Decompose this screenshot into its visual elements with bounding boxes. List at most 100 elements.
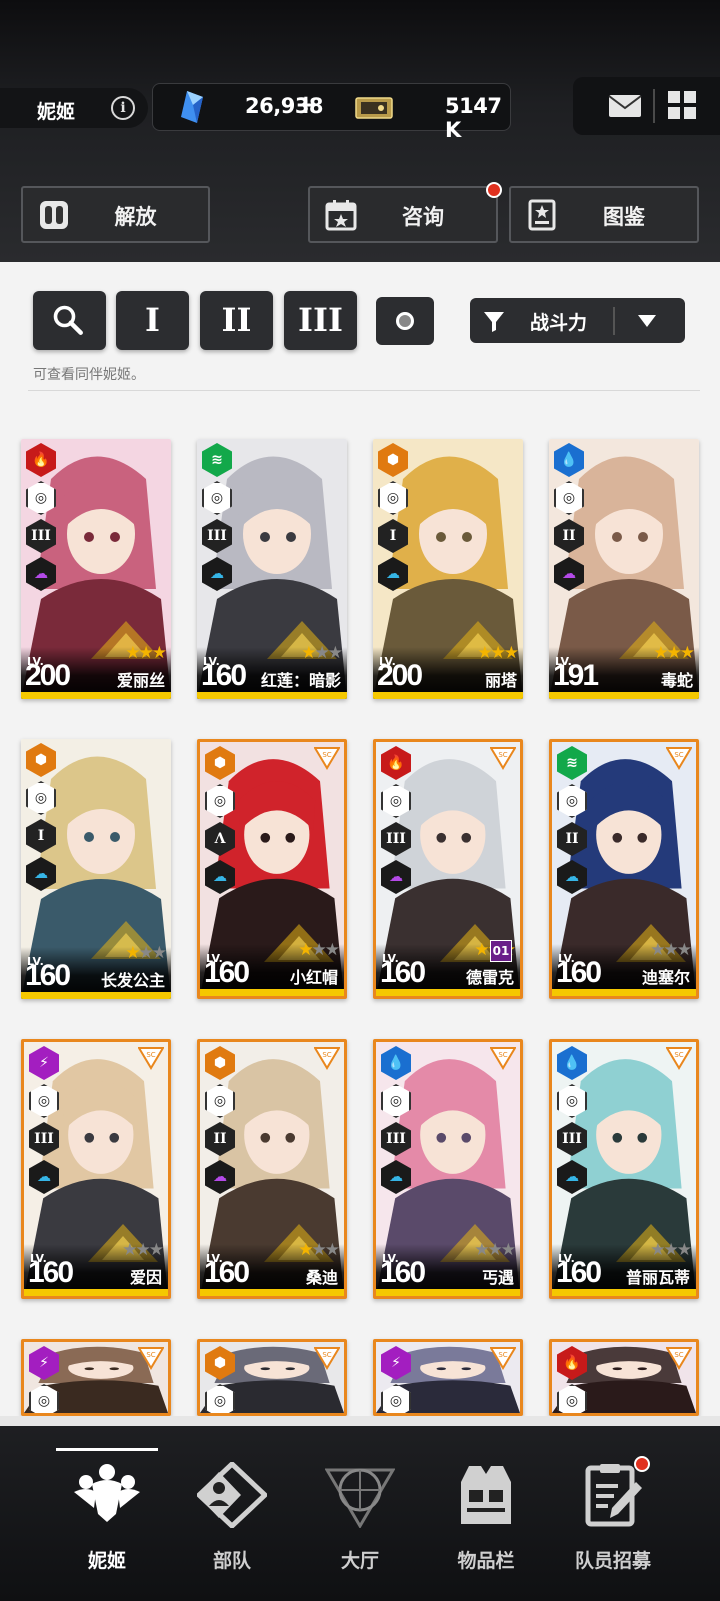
nikke-card[interactable]: SC ⬢ ◎ Λ ☁ LV. 160 ★★★ 小红帽 xyxy=(197,739,347,999)
element-iron-icon: ⬢ xyxy=(205,746,235,780)
nav-recruit-label: 队员招募 xyxy=(574,1550,651,1572)
card-icon-column: ⬢ ◎ Λ ☁ xyxy=(203,746,239,898)
star-rating: ★★★ xyxy=(298,1240,340,1260)
sc-rank-icon: SC xyxy=(490,747,516,770)
card-icon-column: 🔥 ◎ III ☁ xyxy=(24,443,60,595)
toggle-filter-button[interactable] xyxy=(376,297,434,345)
nikke-card[interactable]: 💧 ◎ II ☁ LV. 191 ★★★ 毒蛇 xyxy=(549,439,699,699)
consult-label: 咨询 xyxy=(402,205,444,229)
level-value: 160 xyxy=(556,956,602,989)
nav-inventory[interactable]: 物品栏 xyxy=(426,1462,546,1582)
burst-2-filter[interactable]: II xyxy=(200,291,273,350)
element-iron-icon: ⬢ xyxy=(205,1346,235,1380)
element-fire-icon: 🔥 xyxy=(381,746,411,780)
nikke-card[interactable]: SC ⬢ ◎ II ☁ LV. 160 ★★★ 桑迪 xyxy=(197,1039,347,1299)
star-rating: ★★★ xyxy=(474,1240,516,1260)
svg-text:SC: SC xyxy=(498,751,507,759)
element-water-icon: 💧 xyxy=(554,443,584,477)
info-icon[interactable]: i xyxy=(111,96,135,120)
rarity-bar xyxy=(24,1289,168,1296)
nikke-card[interactable]: SC ⚡ ◎ xyxy=(373,1339,523,1416)
star-rating: ★★★ xyxy=(653,643,695,663)
nikke-card[interactable]: 🔥 ◎ III ☁ LV. 200 ★★★ 爱丽丝 xyxy=(21,439,171,699)
weapon-class-icon: ◎ xyxy=(202,481,232,515)
star-rating: ★★★ xyxy=(477,643,519,663)
burst-level-icon: III xyxy=(557,1122,587,1156)
weapon-class-icon: ◎ xyxy=(29,1384,59,1413)
burst-2-label: II xyxy=(221,301,252,339)
burst-level-icon: III xyxy=(202,519,232,553)
burst-level-icon: III xyxy=(29,1122,59,1156)
nikke-name: 迪塞尔 xyxy=(641,968,690,987)
element-wind-icon: ≋ xyxy=(557,746,587,780)
nikke-card[interactable]: SC 🔥 ◎III ☁ LV. 160 ★★★ 德雷克01 xyxy=(373,739,523,999)
nikke-card[interactable]: SC ≋ ◎ II ☁ LV. 160 ★★★ 迪塞尔 xyxy=(549,739,699,999)
consult-button[interactable]: 咨询 xyxy=(308,186,498,243)
card-icon-column: ⚡ ◎ III ☁ xyxy=(27,1046,63,1198)
rarity-bar xyxy=(200,1289,344,1296)
burst-1-filter[interactable]: I xyxy=(116,291,189,350)
card-icon-column: 🔥 ◎ xyxy=(555,1346,591,1413)
class-role-icon: ☁ xyxy=(205,860,235,894)
core-badge: 01 xyxy=(490,940,512,962)
sc-rank-icon: SC xyxy=(490,1347,516,1370)
sc-rank-icon: SC xyxy=(314,1347,340,1370)
burst-level-icon: III xyxy=(381,822,411,856)
class-role-icon: ☁ xyxy=(381,1160,411,1194)
mail-icon[interactable] xyxy=(608,94,642,118)
element-elec-icon: ⚡ xyxy=(381,1346,411,1380)
nav-squad[interactable]: 部队 xyxy=(172,1462,292,1582)
nav-lobby[interactable]: 大厅 xyxy=(300,1462,420,1582)
nav-recruit[interactable]: 队员招募 xyxy=(553,1462,673,1582)
nikke-card[interactable]: SC ⚡ ◎ xyxy=(21,1339,171,1416)
release-button[interactable]: 解放 xyxy=(21,186,210,243)
sc-rank-icon: SC xyxy=(138,1347,164,1370)
svg-text:SC: SC xyxy=(674,1051,683,1059)
currency-panel: 26,938 + 5147 K xyxy=(152,83,511,142)
add-gems-button[interactable]: + xyxy=(295,90,317,120)
nikke-name: 普丽瓦蒂 xyxy=(625,1268,690,1287)
sc-rank-icon: SC xyxy=(314,747,340,770)
menu-grid-icon[interactable] xyxy=(668,91,696,119)
sort-dropdown[interactable]: 战斗力 xyxy=(470,298,685,343)
nikke-card[interactable]: SC 🔥 ◎ xyxy=(549,1339,699,1416)
card-icon-column: 💧 ◎ II ☁ xyxy=(552,443,588,595)
rarity-bar xyxy=(376,989,520,996)
svg-text:SC: SC xyxy=(674,751,683,759)
nikke-card[interactable]: ⬢ ◎ I ☁ LV. 200 ★★★ 丽塔 xyxy=(373,439,523,699)
element-iron-icon: ⬢ xyxy=(26,743,56,777)
weapon-class-icon: ◎ xyxy=(205,1384,235,1413)
nikke-card[interactable]: SC ⬢ ◎ xyxy=(197,1339,347,1416)
burst-3-filter[interactable]: III xyxy=(284,291,357,350)
element-iron-icon: ⬢ xyxy=(205,1046,235,1080)
level-value: 160 xyxy=(556,1256,602,1289)
nav-nikke[interactable]: 妮姬 xyxy=(47,1462,167,1582)
svg-text:SC: SC xyxy=(146,1351,155,1359)
level-value: 160 xyxy=(201,659,247,692)
nikke-card[interactable]: SC 💧 ◎ III ☁ LV. 160 ★★★ 普丽瓦蒂 xyxy=(549,1039,699,1299)
burst-3-label: III xyxy=(298,301,343,339)
card-icon-column: ≋ ◎ III ☁ xyxy=(200,443,236,595)
sc-rank-icon: SC xyxy=(490,1047,516,1070)
star-rating: ★★★ xyxy=(301,643,343,663)
search-button[interactable] xyxy=(33,291,106,350)
top-bar: 妮姬 i 26,938 + 5147 K 解放 咨询 图鉴 xyxy=(0,0,720,262)
nikke-card[interactable]: ≋ ◎ III ☁ LV. 160 ★★★ 红莲：暗影 xyxy=(197,439,347,699)
class-role-icon: ☁ xyxy=(29,1160,59,1194)
notification-dot xyxy=(634,1456,650,1472)
svg-text:SC: SC xyxy=(674,1351,683,1359)
nav-inventory-label: 物品栏 xyxy=(457,1550,515,1572)
squad-icon xyxy=(197,1462,267,1528)
nikke-name: 德雷克 xyxy=(465,968,514,987)
rarity-bar xyxy=(549,692,699,699)
level-value: 160 xyxy=(25,959,71,992)
nikke-card[interactable]: SC ⚡ ◎ III ☁ LV. 160 ★★★ 爱因 xyxy=(21,1039,171,1299)
toggle-dot-icon xyxy=(396,312,414,330)
weapon-class-icon: ◎ xyxy=(557,784,587,818)
codex-button[interactable]: 图鉴 xyxy=(509,186,699,243)
nikke-card[interactable]: SC 💧 ◎ III ☁ LV. 160 ★★★ 丐遇 xyxy=(373,1039,523,1299)
class-role-icon: ☁ xyxy=(554,557,584,591)
level-value: 160 xyxy=(204,956,250,989)
nikke-card[interactable]: ⬢ ◎ I ☁ LV. 160 ★★★ 长发公主 xyxy=(21,739,171,999)
lobby-icon xyxy=(325,1468,395,1528)
